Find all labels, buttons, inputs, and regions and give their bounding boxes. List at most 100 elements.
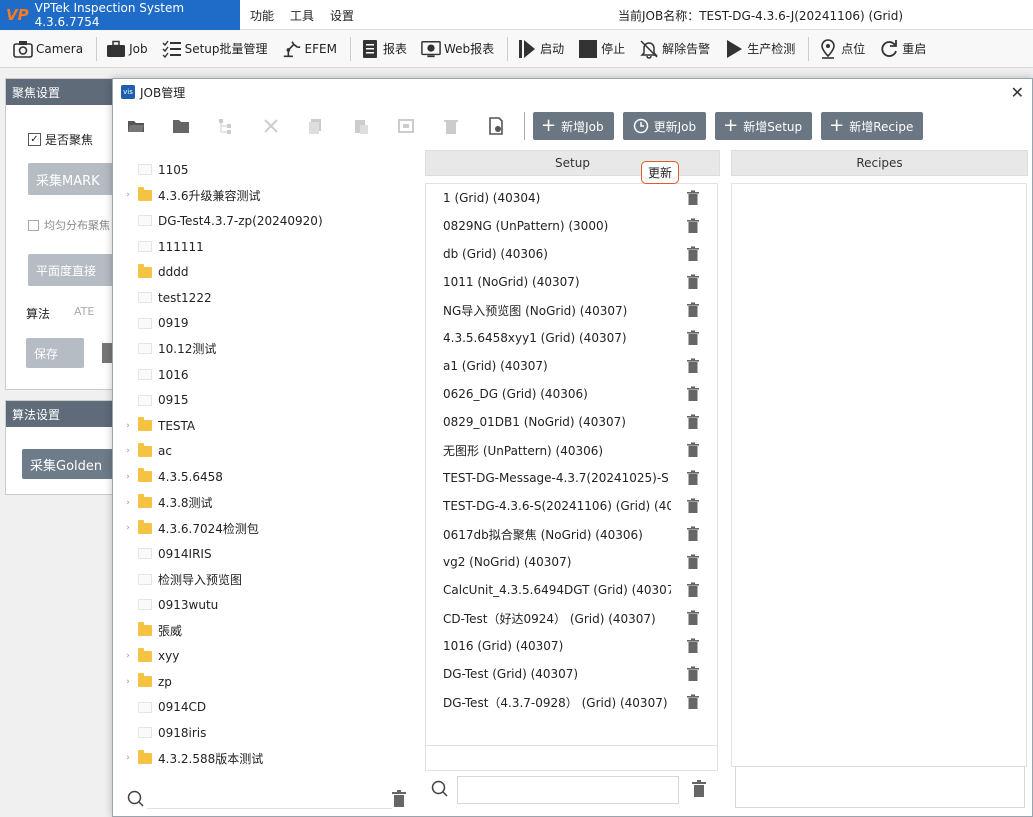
tree-item[interactable]: dddd <box>121 259 421 285</box>
trash-icon[interactable] <box>685 190 701 206</box>
setup-row[interactable]: 0829_01DB1 (NoGrid) (40307) <box>426 408 717 436</box>
export-icon[interactable] <box>395 115 417 137</box>
tree-item[interactable]: 1016 <box>121 362 421 388</box>
folder-icon[interactable] <box>170 115 192 137</box>
setup-row[interactable]: DG-Test (Grid) (40307) <box>426 660 717 688</box>
tree-item[interactable]: 0915 <box>121 387 421 413</box>
algo-value[interactable]: ATE <box>74 305 94 318</box>
setup-row[interactable]: 0617db拟合聚焦 (NoGrid) (40306) <box>426 520 717 548</box>
tree-icon[interactable] <box>215 115 237 137</box>
restart-button[interactable]: 重启 <box>874 34 931 64</box>
efem-button[interactable]: EFEM <box>277 34 342 64</box>
tree-item[interactable]: › 4.3.6.7024检测包 <box>121 515 421 541</box>
tree-item[interactable]: 111111 <box>121 234 421 260</box>
job-button[interactable]: Job <box>101 34 153 64</box>
uniform-checkbox[interactable]: 均匀分布聚焦 <box>28 217 110 233</box>
trash-icon[interactable] <box>685 666 701 682</box>
trash-icon[interactable] <box>685 526 701 542</box>
chevron-right-icon[interactable]: › <box>121 421 135 431</box>
trash-icon[interactable] <box>691 779 707 801</box>
chevron-right-icon[interactable]: › <box>121 472 135 482</box>
file-settings-icon[interactable] <box>485 115 507 137</box>
setup-row[interactable]: NG导入预览图 (NoGrid) (40307) <box>426 296 717 324</box>
tree-item[interactable]: 0918iris <box>121 720 421 746</box>
trash-icon[interactable] <box>391 790 407 811</box>
trash-icon[interactable] <box>685 554 701 570</box>
setup-row[interactable]: 0829NG (UnPattern) (3000) <box>426 212 717 240</box>
tree-item[interactable]: test1222 <box>121 285 421 311</box>
clear-alarm-button[interactable]: 解除告警 <box>634 34 715 64</box>
add-recipe-button[interactable]: + 新增Recipe <box>821 112 924 140</box>
setup-row[interactable]: TEST-DG-Message-4.3.7(20241025)-S (Gri <box>426 464 717 492</box>
setup-row[interactable]: 1011 (NoGrid) (40307) <box>426 268 717 296</box>
chevron-right-icon[interactable]: › <box>121 190 135 200</box>
tree-item[interactable]: 0913wutu <box>121 592 421 618</box>
chevron-right-icon[interactable]: › <box>121 651 135 661</box>
setup-row[interactable]: a1 (Grid) (40307) <box>426 352 717 380</box>
chevron-right-icon[interactable]: › <box>121 523 135 533</box>
tree-item[interactable]: 检测导入预览图 <box>121 567 421 593</box>
collect-golden-button[interactable]: 采集Golden <box>22 449 114 479</box>
trash-icon[interactable] <box>685 414 701 430</box>
trash-icon[interactable] <box>685 246 701 262</box>
tree-item[interactable]: › 4.3.2.588版本测试 <box>121 746 421 772</box>
setup-row[interactable]: db (Grid) (40306) <box>426 240 717 268</box>
start-button[interactable]: 启动 <box>512 34 569 64</box>
setup-row[interactable]: TEST-DG-4.3.6-S(20241106) (Grid) (40307) <box>426 492 717 520</box>
chevron-right-icon[interactable]: › <box>121 498 135 508</box>
trash-icon[interactable] <box>685 218 701 234</box>
collect-mark-button[interactable]: 采集MARK <box>28 163 118 195</box>
save-button[interactable]: 保存 <box>26 338 84 368</box>
trash-icon[interactable] <box>685 470 701 486</box>
tree-item[interactable]: 1105 <box>121 157 421 183</box>
tree-item[interactable]: 張威 <box>121 618 421 644</box>
setup-row[interactable]: 1016 (Grid) (40307) <box>426 632 717 660</box>
job-search-input[interactable] <box>147 808 392 809</box>
search-icon[interactable] <box>127 790 145 811</box>
trash-icon[interactable] <box>685 610 701 626</box>
trash-icon[interactable] <box>685 274 701 290</box>
trash-icon[interactable] <box>685 638 701 654</box>
add-job-button[interactable]: + 新增Job <box>533 112 614 140</box>
tree-item[interactable]: › 4.3.5.6458 <box>121 464 421 490</box>
stop-button[interactable]: 停止 <box>573 34 630 64</box>
chevron-right-icon[interactable]: › <box>121 753 135 763</box>
tree-item[interactable]: › 4.3.8测试 <box>121 490 421 516</box>
setup-row[interactable]: 4.3.5.6458xyy1 (Grid) (40307) <box>426 324 717 352</box>
paste-icon[interactable] <box>350 115 372 137</box>
setup-search-input[interactable] <box>457 776 679 804</box>
web-report-button[interactable]: Web报表 <box>416 34 499 64</box>
tree-item[interactable]: › ac <box>121 439 421 465</box>
setup-row[interactable]: 1 (Grid) (40304) <box>426 184 717 212</box>
report-button[interactable]: 报表 <box>355 34 412 64</box>
update-job-button[interactable]: 更新Job <box>622 112 707 140</box>
tree-item[interactable]: › xyy <box>121 643 421 669</box>
chevron-right-icon[interactable]: › <box>121 446 135 456</box>
tree-item[interactable]: › zp <box>121 669 421 695</box>
setup-row[interactable]: 无图形 (UnPattern) (40306) <box>426 436 717 464</box>
trash-icon[interactable] <box>685 330 701 346</box>
close-icon[interactable]: ✕ <box>1011 83 1024 102</box>
tree-item[interactable]: DG-Test4.3.7-zp(20240920) <box>121 208 421 234</box>
tree-item[interactable]: 10.12测试 <box>121 336 421 362</box>
setup-row[interactable]: DG-Test（4.3.7-0928） (Grid) (40307) <box>426 688 717 716</box>
menu-function[interactable]: 功能 <box>250 7 274 24</box>
trash-icon[interactable] <box>685 694 701 710</box>
trash-icon[interactable] <box>685 386 701 402</box>
trash-icon[interactable] <box>685 498 701 514</box>
camera-button[interactable]: Camera <box>8 34 88 64</box>
cut-icon[interactable] <box>260 115 282 137</box>
production-inspect-button[interactable]: 生产检测 <box>719 34 800 64</box>
menu-settings[interactable]: 设置 <box>330 7 354 24</box>
add-setup-button[interactable]: + 新增Setup <box>715 112 813 140</box>
update-button[interactable]: 更新 <box>641 161 679 184</box>
open-folder-icon[interactable] <box>125 115 147 137</box>
menu-tools[interactable]: 工具 <box>290 7 314 24</box>
setup-batch-button[interactable]: Setup批量管理 <box>157 34 273 64</box>
setup-row[interactable]: CalcUnit_4.3.5.6494DGT (Grid) (40307) <box>426 576 717 604</box>
setup-row[interactable]: CD-Test（好达0924） (Grid) (40307) <box>426 604 717 632</box>
trash-icon[interactable] <box>685 302 701 318</box>
delete-icon[interactable] <box>440 115 462 137</box>
trash-icon[interactable] <box>685 582 701 598</box>
copy-icon[interactable] <box>305 115 327 137</box>
